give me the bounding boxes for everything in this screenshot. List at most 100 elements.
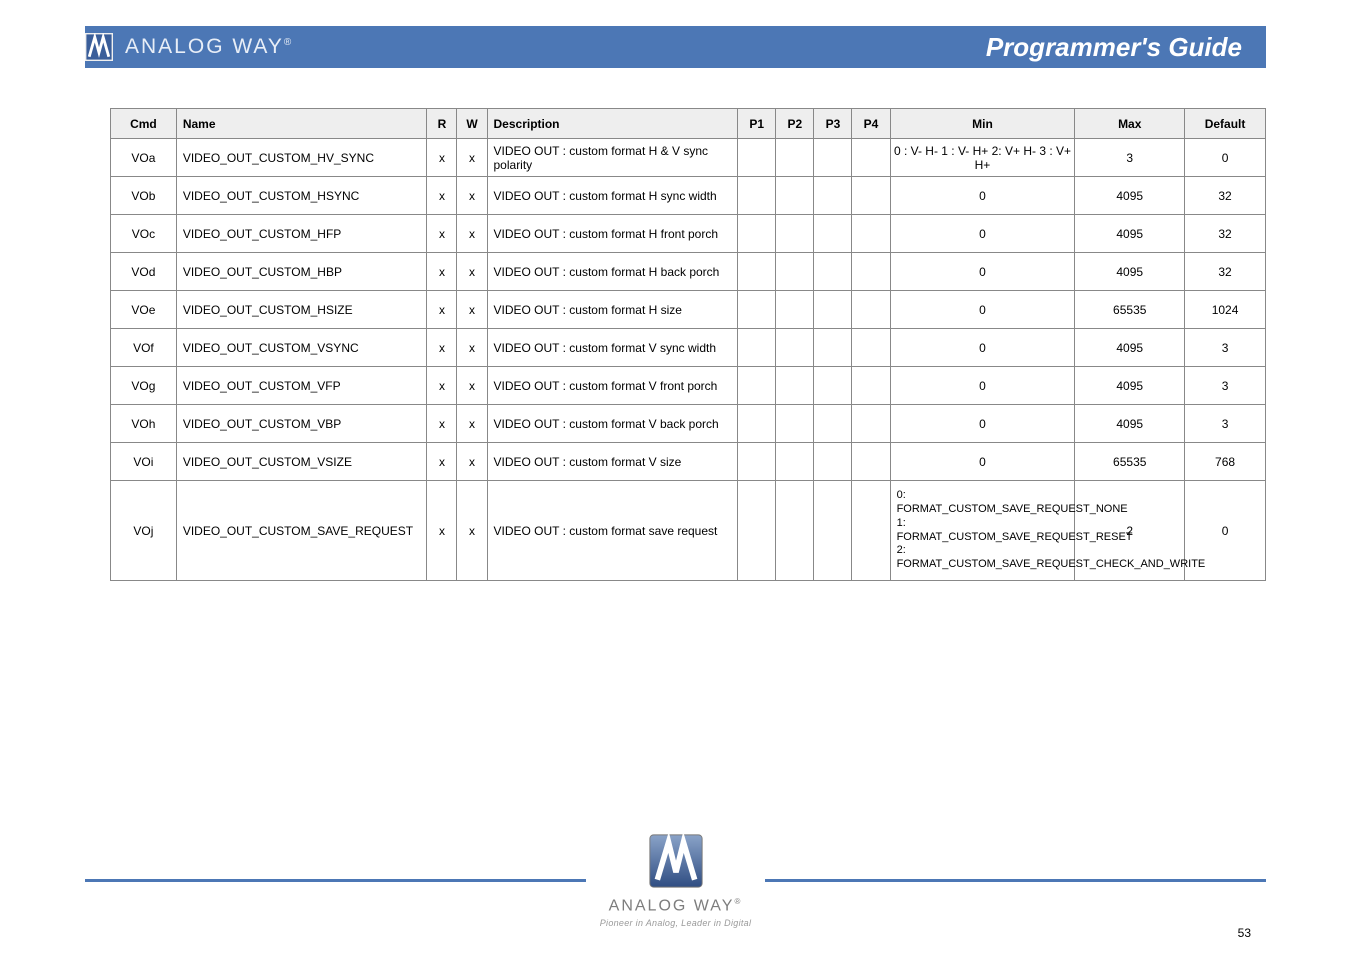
footer-brand: ANALOG WAY® — [609, 897, 743, 915]
cell-p2 — [776, 443, 814, 481]
cell-desc: VIDEO OUT : custom format V front porch — [487, 367, 738, 405]
cell-desc: VIDEO OUT : custom format H size — [487, 291, 738, 329]
cell-min: 0 — [890, 177, 1075, 215]
hdr-def: Default — [1185, 109, 1266, 139]
cell-cmd: VOf — [111, 329, 177, 367]
footer-registered-mark: ® — [734, 897, 742, 906]
hdr-max: Max — [1075, 109, 1185, 139]
cell-p1 — [738, 405, 776, 443]
cell-desc: VIDEO OUT : custom format V size — [487, 443, 738, 481]
cell-desc: VIDEO OUT : custom format H sync width — [487, 177, 738, 215]
cell-cmd: VOh — [111, 405, 177, 443]
cell-r: x — [427, 177, 457, 215]
cell-max: 4095 — [1075, 253, 1185, 291]
cell-cmd: VOc — [111, 215, 177, 253]
cell-p2 — [776, 329, 814, 367]
footer-line-left — [85, 879, 586, 882]
cell-p1 — [738, 177, 776, 215]
footer-tagline: Pioneer in Analog, Leader in Digital — [600, 918, 752, 928]
cell-min: 0 : V- H- 1 : V- H+ 2: V+ H- 3 : V+ H+ — [890, 139, 1075, 177]
hdr-p4: P4 — [852, 109, 890, 139]
page-title: Programmer's Guide — [986, 32, 1242, 63]
cell-p2 — [776, 253, 814, 291]
cell-name: VIDEO_OUT_CUSTOM_HFP — [176, 215, 427, 253]
cell-cmd: VOb — [111, 177, 177, 215]
cell-desc: VIDEO OUT : custom format H back porch — [487, 253, 738, 291]
header-left: ANALOG WAY® — [85, 33, 293, 61]
cell-p4 — [852, 481, 890, 581]
cell-def: 0 — [1185, 139, 1266, 177]
cell-max: 65535 — [1075, 443, 1185, 481]
cell-name: VIDEO_OUT_CUSTOM_VFP — [176, 367, 427, 405]
cell-min: 0 — [890, 253, 1075, 291]
cell-name: VIDEO_OUT_CUSTOM_VSIZE — [176, 443, 427, 481]
cell-min: 0 — [890, 215, 1075, 253]
table-wrapper: Cmd Name R W Description P1 P2 P3 P4 Min… — [110, 108, 1266, 581]
cell-p1 — [738, 329, 776, 367]
cell-min: 0 — [890, 443, 1075, 481]
cell-min: 0 — [890, 367, 1075, 405]
table-row: VOfVIDEO_OUT_CUSTOM_VSYNCxxVIDEO OUT : c… — [111, 329, 1266, 367]
cell-desc: VIDEO OUT : custom format H front porch — [487, 215, 738, 253]
cell-def: 768 — [1185, 443, 1266, 481]
cell-cmd: VOj — [111, 481, 177, 581]
cell-p4 — [852, 329, 890, 367]
cell-name: VIDEO_OUT_CUSTOM_HSIZE — [176, 291, 427, 329]
cell-name: VIDEO_OUT_CUSTOM_VSYNC — [176, 329, 427, 367]
page-number: 53 — [1238, 926, 1251, 940]
table-row: VOiVIDEO_OUT_CUSTOM_VSIZExxVIDEO OUT : c… — [111, 443, 1266, 481]
cell-desc: VIDEO OUT : custom format H & V sync pol… — [487, 139, 738, 177]
cell-p3 — [814, 139, 852, 177]
cell-p2 — [776, 177, 814, 215]
cell-def: 3 — [1185, 405, 1266, 443]
footer: ANALOG WAY® Pioneer in Analog, Leader in… — [85, 833, 1266, 928]
cell-r: x — [427, 291, 457, 329]
min-line: 2: FORMAT_CUSTOM_SAVE_REQUEST_CHECK_AND_… — [897, 544, 1075, 572]
cell-p4 — [852, 405, 890, 443]
cell-r: x — [427, 329, 457, 367]
cell-w: x — [457, 139, 487, 177]
cell-p3 — [814, 291, 852, 329]
cell-name: VIDEO_OUT_CUSTOM_VBP — [176, 405, 427, 443]
page: ANALOG WAY® Programmer's Guide Cmd Name … — [0, 0, 1351, 954]
cell-w: x — [457, 405, 487, 443]
table-row: VOeVIDEO_OUT_CUSTOM_HSIZExxVIDEO OUT : c… — [111, 291, 1266, 329]
hdr-desc: Description — [487, 109, 738, 139]
footer-brand-name: ANALOG WAY — [609, 897, 735, 914]
cell-p4 — [852, 139, 890, 177]
cell-p2 — [776, 215, 814, 253]
cell-cmd: VOd — [111, 253, 177, 291]
cell-p1 — [738, 481, 776, 581]
cell-p2 — [776, 367, 814, 405]
cell-max: 4095 — [1075, 405, 1185, 443]
cell-min: 0: FORMAT_CUSTOM_SAVE_REQUEST_NONE1: FOR… — [890, 481, 1075, 581]
hdr-min: Min — [890, 109, 1075, 139]
cell-name: VIDEO_OUT_CUSTOM_HV_SYNC — [176, 139, 427, 177]
hdr-name: Name — [176, 109, 427, 139]
cell-p4 — [852, 291, 890, 329]
cell-name: VIDEO_OUT_CUSTOM_HBP — [176, 253, 427, 291]
cell-max: 4095 — [1075, 215, 1185, 253]
cell-p3 — [814, 177, 852, 215]
cell-cmd: VOa — [111, 139, 177, 177]
cell-name: VIDEO_OUT_CUSTOM_HSYNC — [176, 177, 427, 215]
registered-mark: ® — [284, 37, 293, 48]
cell-max: 4095 — [1075, 329, 1185, 367]
cell-w: x — [457, 253, 487, 291]
cell-r: x — [427, 405, 457, 443]
cell-p4 — [852, 215, 890, 253]
cell-def: 32 — [1185, 177, 1266, 215]
cell-p1 — [738, 367, 776, 405]
cell-def: 3 — [1185, 329, 1266, 367]
table-body: VOaVIDEO_OUT_CUSTOM_HV_SYNCxxVIDEO OUT :… — [111, 139, 1266, 581]
cell-r: x — [427, 481, 457, 581]
cell-p2 — [776, 139, 814, 177]
min-line: 0: FORMAT_CUSTOM_SAVE_REQUEST_NONE — [897, 489, 1075, 517]
cell-min: 0 — [890, 291, 1075, 329]
cell-p3 — [814, 367, 852, 405]
cell-name: VIDEO_OUT_CUSTOM_SAVE_REQUEST — [176, 481, 427, 581]
cell-min: 0 — [890, 329, 1075, 367]
cell-cmd: VOi — [111, 443, 177, 481]
cell-r: x — [427, 139, 457, 177]
cell-r: x — [427, 215, 457, 253]
